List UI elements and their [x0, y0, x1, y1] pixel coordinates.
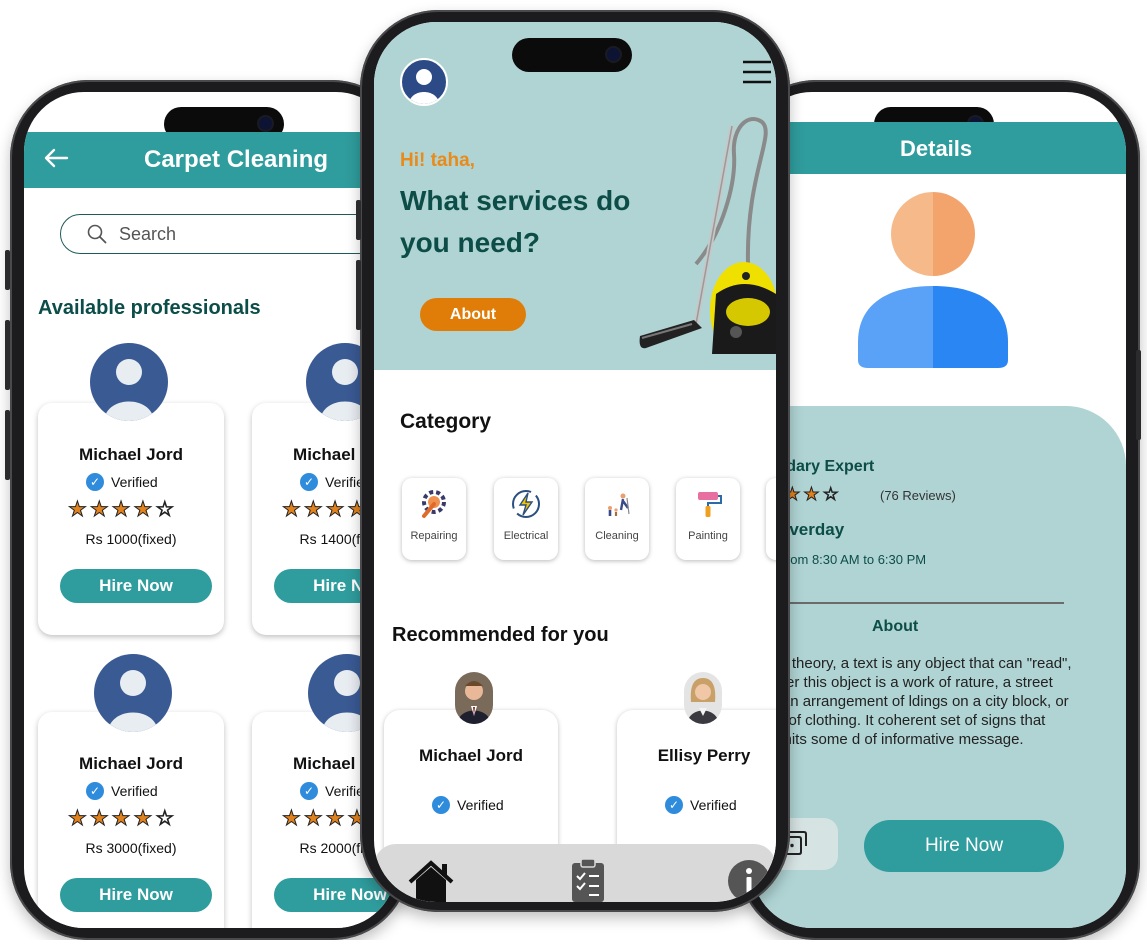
side-button	[5, 410, 10, 480]
check-icon: ✓	[665, 796, 683, 814]
avatar	[90, 343, 168, 421]
phone-left: Carpet Cleaning Search Available profess…	[5, 80, 410, 940]
info-icon[interactable]	[726, 858, 772, 902]
professional-card[interactable]: Michael Jord ✓ Verified ★★★★☆ Rs 3000(fix…	[38, 712, 224, 928]
profile-avatar[interactable]	[400, 58, 448, 106]
check-icon: ✓	[300, 473, 318, 491]
category-title: Category	[400, 410, 492, 433]
professional-photo	[455, 672, 493, 724]
category-cleaning[interactable]: Cleaning	[585, 478, 649, 560]
hire-now-button[interactable]: Hire Now	[864, 820, 1064, 872]
verified-badge: ✓ Verified	[86, 473, 158, 493]
category-electrical[interactable]: Electrical	[494, 478, 558, 560]
screen-home: Hi! taha, What services do you need? Abo…	[374, 22, 776, 902]
category-more[interactable]	[766, 478, 776, 560]
hire-now-button[interactable]: Hire Now	[60, 569, 212, 603]
vacuum-cleaner-illustration	[639, 117, 776, 354]
working-hours: From 8:30 AM to 6:30 PM	[778, 552, 927, 567]
user-avatar-icon	[858, 192, 1008, 368]
about-text: iterary theory, a text is any object tha…	[752, 655, 1072, 748]
category-repairing[interactable]: Repairing	[402, 478, 466, 560]
paint-roller-icon	[698, 492, 722, 517]
page-title: Carpet Cleaning	[144, 146, 329, 173]
review-count: (76 Reviews)	[880, 488, 956, 503]
clipboard-checklist-icon[interactable]	[570, 858, 606, 902]
category-painting[interactable]: Painting	[676, 478, 740, 560]
search-placeholder: Search	[119, 224, 177, 244]
price: Rs 1000(fixed)	[85, 531, 177, 547]
verified-badge: ✓ Verified	[432, 796, 504, 814]
header-bar: Carpet Cleaning	[24, 132, 396, 188]
hamburger-menu-icon[interactable]	[742, 60, 772, 84]
check-icon: ✓	[432, 796, 450, 814]
hero-banner: Hi! taha, What services do you need? Abo…	[374, 22, 776, 370]
professional-name: Michael Jord	[79, 754, 183, 773]
home-icon[interactable]	[408, 860, 454, 902]
about-heading: About	[872, 618, 919, 635]
back-arrow-icon[interactable]	[42, 144, 70, 172]
search-input[interactable]: Search	[60, 214, 392, 254]
professional-photo	[684, 672, 722, 724]
hire-now-button[interactable]: Hire Now	[60, 878, 212, 912]
cleaning-people-icon	[608, 493, 630, 516]
rating-stars: ★★★★☆	[68, 498, 178, 522]
dynamic-island	[512, 38, 632, 72]
search-icon	[87, 224, 107, 244]
greeting: Hi! taha,	[400, 150, 475, 171]
header-bar: Details	[752, 122, 1126, 174]
check-icon: ✓	[86, 473, 104, 491]
section-title: Available professionals	[38, 297, 261, 319]
recommended-title: Recommended for you	[392, 624, 609, 646]
professional-name: Michael Jord	[419, 746, 523, 765]
check-icon: ✓	[300, 782, 318, 800]
page-title: Details	[900, 136, 973, 161]
price: Rs 3000(fixed)	[85, 840, 177, 856]
lightning-plug-icon	[512, 490, 540, 518]
side-button	[356, 200, 361, 240]
side-button	[1136, 350, 1141, 440]
gear-wrench-icon	[422, 490, 446, 518]
verified-badge: ✓ Verified	[665, 796, 737, 814]
screen-details: Details Laundary Expert ★★★★☆ (76 Review…	[752, 92, 1126, 928]
phone-right: Details Laundary Expert ★★★★☆ (76 Review…	[738, 80, 1141, 940]
side-button	[5, 320, 10, 390]
side-button	[5, 250, 10, 290]
phone-middle: Hi! taha, What services do you need? Abo…	[356, 10, 790, 912]
screen-carpet-cleaning: Carpet Cleaning Search Available profess…	[24, 92, 396, 928]
professional-name: Michael Jord	[79, 445, 183, 464]
professional-card[interactable]: Michael Jord ✓ Verified ★★★★☆ Rs 1000(fix…	[38, 403, 224, 635]
check-icon: ✓	[86, 782, 104, 800]
professional-name: Ellisy Perry	[657, 746, 751, 765]
rating-stars: ★★★★☆	[68, 807, 178, 831]
verified-badge: ✓ Verified	[86, 782, 158, 802]
details-panel: Laundary Expert ★★★★☆ (76 Reviews) Everd…	[752, 406, 1126, 928]
divider	[752, 602, 1064, 604]
avatar	[94, 654, 172, 732]
side-button	[356, 260, 361, 330]
about-button[interactable]: About	[420, 298, 526, 331]
bottom-nav	[374, 844, 776, 902]
